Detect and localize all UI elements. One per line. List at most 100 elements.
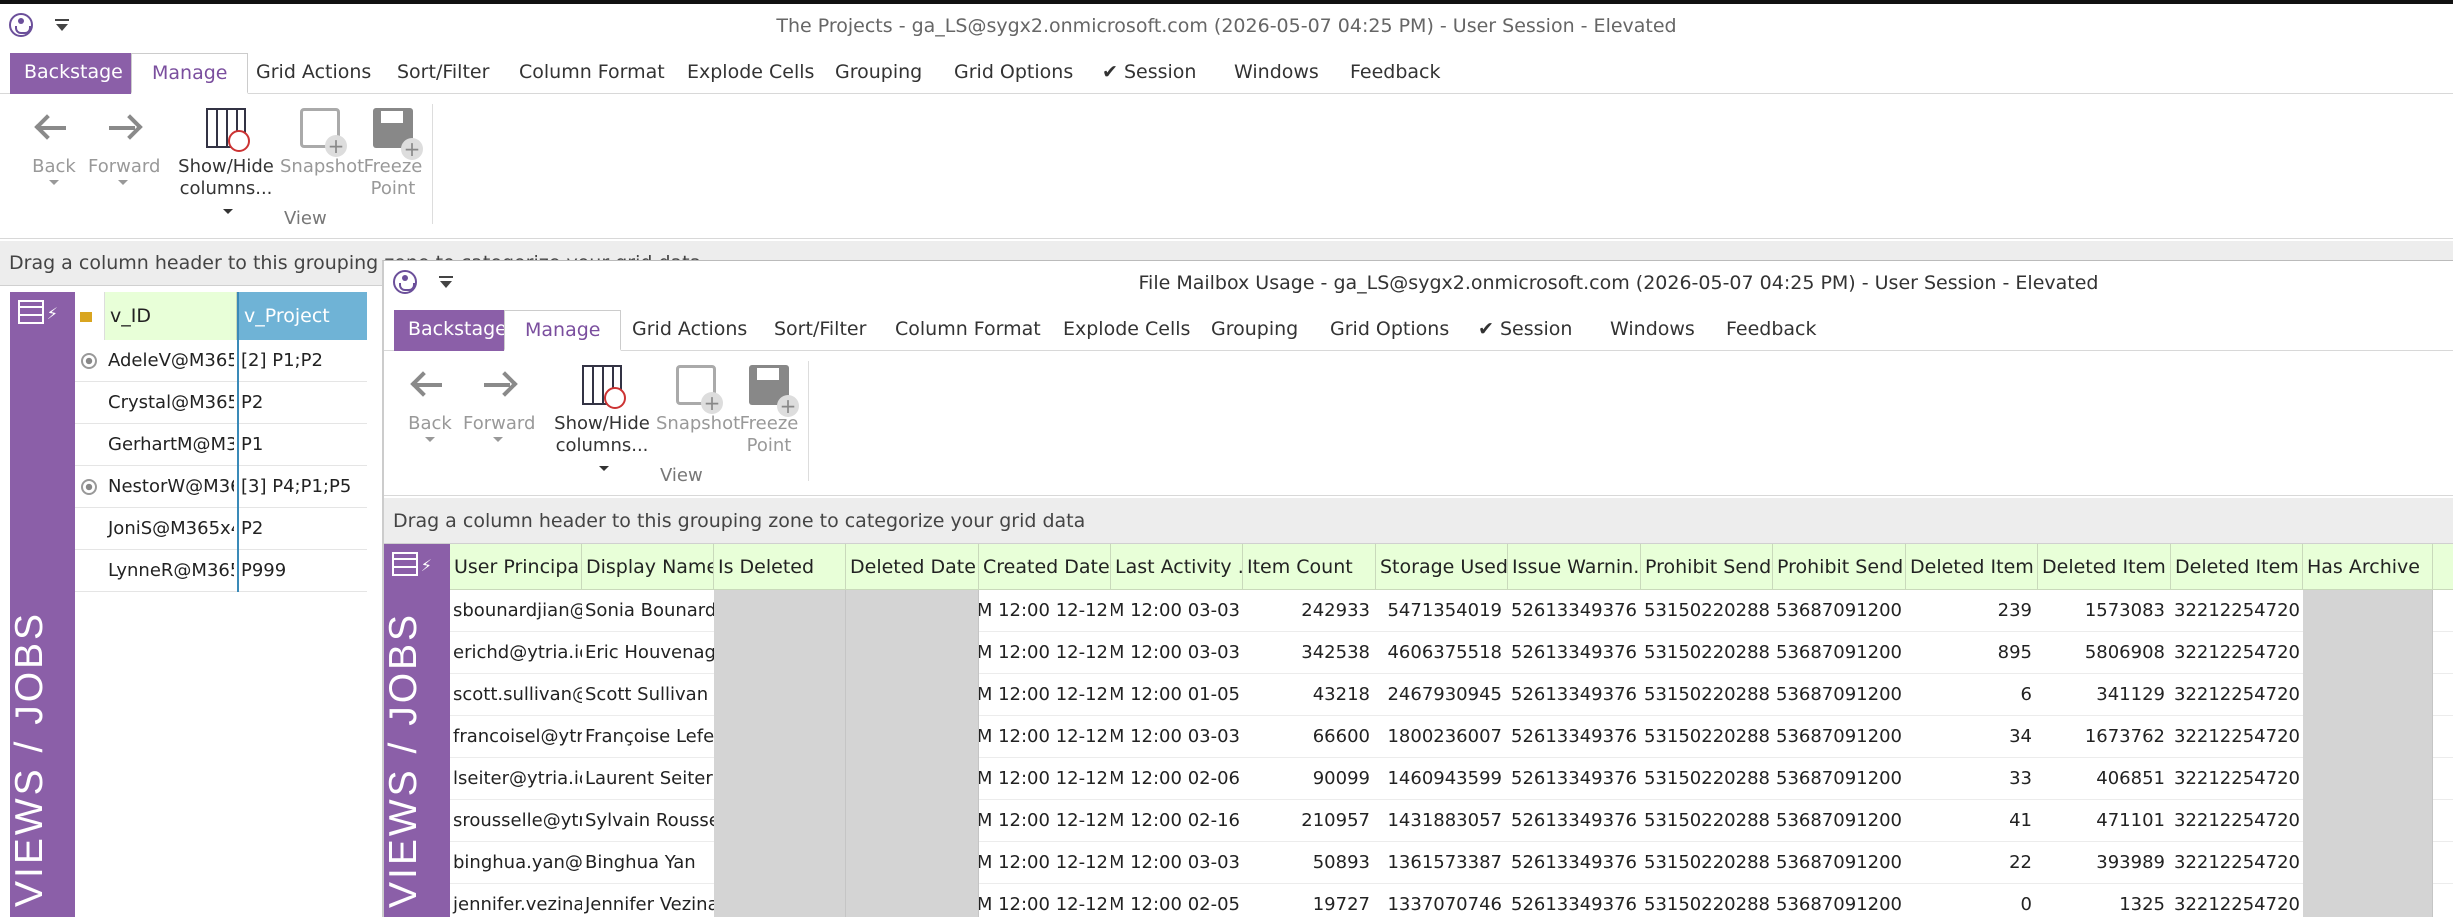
table-cell[interactable] [2303, 716, 2433, 758]
cell-v-id[interactable]: AdeleV@M365x [106, 340, 234, 382]
table-cell[interactable]: 01-05 12:00 AM [1111, 674, 1243, 716]
table-cell[interactable]: 5471354019 [1376, 590, 1508, 632]
table-cell[interactable]: 2467930945 [1376, 674, 1508, 716]
table-cell[interactable]: 52613349376 [1508, 884, 1641, 917]
lock-column-header[interactable] [75, 292, 105, 340]
show-hide-columns-button[interactable]: Show/Hide columns... [176, 108, 276, 222]
table-row[interactable]: erichd@ytria.io Eric Houvenagh 12-12 12:00… [450, 632, 2453, 674]
table-cell[interactable]: 393989 [2038, 842, 2171, 884]
column-header[interactable]: Has Archive [2303, 544, 2433, 590]
tab-session[interactable]: ✔ Session [1102, 53, 1196, 94]
cell-v-project[interactable]: P1 [237, 424, 365, 466]
table-cell[interactable] [2303, 842, 2433, 884]
table-cell[interactable]: 53687091200 [1773, 884, 1906, 917]
column-header[interactable]: Storage Used... [1376, 544, 1508, 590]
column-header[interactable]: Prohibit Send... [1773, 544, 1906, 590]
table-cell[interactable]: Binghua Yan [582, 842, 714, 884]
table-cell[interactable]: 33 [1906, 758, 2038, 800]
table-cell[interactable] [846, 716, 979, 758]
table-cell[interactable]: 53687091200 [1773, 758, 1906, 800]
table-cell[interactable]: 90099 [1243, 758, 1376, 800]
tab-grid-actions[interactable]: Grid Actions [256, 53, 371, 94]
column-header-v-project[interactable]: v_Project [237, 292, 367, 340]
table-cell[interactable] [714, 590, 846, 632]
table-row[interactable]: binghua.yan@yBinghua Yan 12-12 12:00 AM03… [450, 842, 2453, 884]
table-row[interactable]: lseiter@ytria.io Laurent Seiter 12-12 12:0… [450, 758, 2453, 800]
table-cell[interactable]: 53150220288 [1641, 590, 1773, 632]
tab-sort-filter[interactable]: Sort/Filter [774, 310, 866, 351]
table-cell[interactable]: 52613349376 [1508, 758, 1641, 800]
column-header[interactable]: Deleted Date [846, 544, 979, 590]
table-cell[interactable]: 210957 [1243, 800, 1376, 842]
tab-grid-options[interactable]: Grid Options [954, 53, 1073, 94]
table-cell[interactable]: 32212254720 [2171, 800, 2303, 842]
table-cell[interactable]: 32212254720 [2171, 884, 2303, 917]
table-cell[interactable]: 34 [1906, 716, 2038, 758]
table-cell[interactable]: 12-12 12:00 AM [979, 884, 1111, 917]
tab-manage[interactable]: Manage [504, 310, 622, 351]
table-cell[interactable]: 66600 [1243, 716, 1376, 758]
table-cell[interactable] [2303, 884, 2433, 917]
table-cell[interactable]: 53687091200 [1773, 800, 1906, 842]
quick-access-menu-icon[interactable] [439, 276, 453, 288]
table-cell[interactable]: binghua.yan@y [450, 842, 582, 884]
table-cell[interactable] [846, 590, 979, 632]
table-cell[interactable] [714, 716, 846, 758]
table-cell[interactable]: 406851 [2038, 758, 2171, 800]
table-cell[interactable]: 4606375518 [1376, 632, 1508, 674]
column-header[interactable]: Issue Warnin... [1508, 544, 1641, 590]
table-cell[interactable]: 52613349376 [1508, 800, 1641, 842]
cell-v-id[interactable]: Crystal@M365x [106, 382, 234, 424]
forward-button[interactable]: Forward [463, 365, 535, 442]
table-cell[interactable]: 50893 [1243, 842, 1376, 884]
table-cell[interactable]: 53150220288 [1641, 842, 1773, 884]
table-row[interactable]: NestorW@M365[3] P4;P1;P5 [75, 466, 367, 508]
table-cell[interactable]: 53150220288 [1641, 716, 1773, 758]
table-cell[interactable] [846, 632, 979, 674]
table-cell[interactable]: Jennifer Vezina [582, 884, 714, 917]
table-cell[interactable] [714, 758, 846, 800]
table-cell[interactable] [2303, 800, 2433, 842]
table-cell[interactable]: 1431883057 [1376, 800, 1508, 842]
table-cell[interactable]: 471101 [2038, 800, 2171, 842]
cell-v-id[interactable]: LynneR@M365x [106, 550, 234, 592]
table-cell[interactable]: 52613349376 [1508, 674, 1641, 716]
table-cell[interactable]: 1673762 [2038, 716, 2171, 758]
cell-v-id[interactable]: GerhartM@M365 [106, 424, 234, 466]
table-cell[interactable] [714, 884, 846, 917]
table-cell[interactable]: 1361573387 [1376, 842, 1508, 884]
table-cell[interactable]: 02-06 12:00 AM [1111, 758, 1243, 800]
tab-feedback[interactable]: Feedback [1350, 53, 1440, 94]
table-cell[interactable] [2303, 590, 2433, 632]
app-logo-icon[interactable] [393, 270, 417, 294]
table-cell[interactable] [714, 674, 846, 716]
table-cell[interactable]: 53687091200 [1773, 716, 1906, 758]
tab-grouping[interactable]: Grouping [835, 53, 922, 94]
freeze-point-button[interactable]: Freeze Point [738, 365, 800, 457]
table-cell[interactable]: 43218 [1243, 674, 1376, 716]
table-cell[interactable] [846, 800, 979, 842]
table-cell[interactable]: 53150220288 [1641, 674, 1773, 716]
table-row[interactable]: Crystal@M365xP2 [75, 382, 367, 424]
cell-v-project[interactable]: [3] P4;P1;P5 [237, 466, 365, 508]
table-row[interactable]: srousselle@ytri Sylvain Roussel 12-12 12:0… [450, 800, 2453, 842]
table-cell[interactable]: Sylvain Roussel [582, 800, 714, 842]
table-row[interactable]: scott.sullivan@ Scott Sullivan 12-12 12:00… [450, 674, 2453, 716]
table-cell[interactable]: 03-03 12:00 AM [1111, 842, 1243, 884]
table-cell[interactable]: 19727 [1243, 884, 1376, 917]
column-header[interactable]: Item Count [1243, 544, 1376, 590]
table-cell[interactable]: 239 [1906, 590, 2038, 632]
table-cell[interactable]: 53687091200 [1773, 632, 1906, 674]
table-cell[interactable] [2303, 674, 2433, 716]
views-jobs-panel[interactable]: VIEWS / JOBS [384, 544, 450, 917]
tab-session[interactable]: ✔ Session [1478, 310, 1572, 351]
tab-sort-filter[interactable]: Sort/Filter [397, 53, 489, 94]
table-cell[interactable]: 32212254720 [2171, 842, 2303, 884]
cell-v-project[interactable]: [2] P1;P2 [237, 340, 365, 382]
cell-v-id[interactable]: JoniS@M365x4 [106, 508, 234, 550]
table-cell[interactable]: 53150220288 [1641, 884, 1773, 917]
table-cell[interactable]: 32212254720 [2171, 632, 2303, 674]
table-cell[interactable] [846, 884, 979, 917]
back-button[interactable]: Back [32, 108, 76, 185]
back-button[interactable]: Back [408, 365, 452, 442]
